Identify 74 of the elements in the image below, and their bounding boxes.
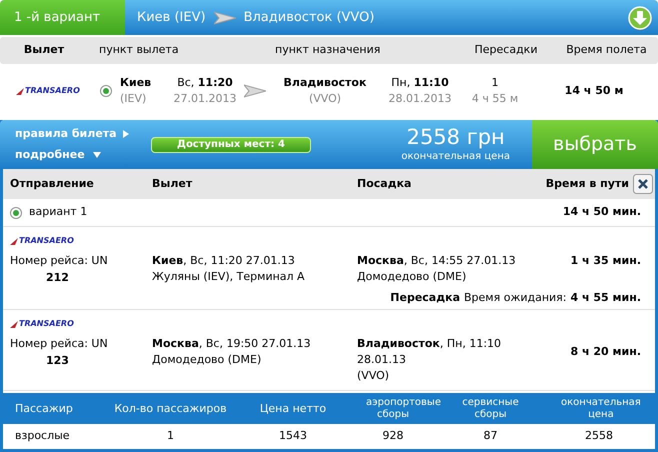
column-header: Вылет bbox=[152, 176, 194, 192]
plane-icon bbox=[244, 84, 266, 98]
destination-city: Владивосток bbox=[284, 74, 366, 90]
transfer-label: Пересадка bbox=[390, 290, 460, 306]
arrival-info: Москва, Вс, 14:55 27.01.13 bbox=[357, 253, 517, 269]
departure-time: Вс, 11:20 bbox=[177, 74, 233, 90]
column-header: Посадка bbox=[357, 176, 412, 192]
wait-duration: 4 ч 55 мин. bbox=[570, 290, 641, 306]
details-link[interactable]: подробнее bbox=[15, 147, 85, 164]
caret-right-icon bbox=[122, 130, 129, 138]
table-cell-text: 1 bbox=[166, 428, 175, 444]
column-header: пункт назначения bbox=[274, 42, 382, 58]
column-header: пункт вылета bbox=[98, 42, 180, 58]
route-destination: Владивосток (VVO) bbox=[244, 8, 374, 27]
table-cell-text: 87 bbox=[482, 428, 498, 444]
stops-count: 1 bbox=[492, 74, 498, 90]
total-duration: 14 ч 50 мин. bbox=[562, 204, 641, 220]
column-header: Вылет bbox=[22, 42, 66, 58]
flight-number: 212 bbox=[45, 270, 69, 286]
logo-swoosh-icon bbox=[10, 238, 18, 244]
column-header: сервисные сборы bbox=[461, 396, 520, 420]
radio-button[interactable] bbox=[100, 85, 112, 97]
column-header: окончательная цена bbox=[560, 396, 642, 420]
airline-logo: TRANSAERO bbox=[19, 320, 74, 328]
plane-icon bbox=[214, 10, 236, 24]
flight-number: 123 bbox=[45, 352, 69, 368]
arrival-info: 28.01.13 bbox=[357, 352, 407, 368]
close-icon[interactable] bbox=[633, 174, 653, 194]
column-header: Отправление bbox=[10, 176, 95, 192]
column-header: Кол-во пассажиров bbox=[113, 402, 228, 414]
column-header: Время полета bbox=[565, 42, 648, 58]
column-header: аэропортовые сборы bbox=[365, 396, 438, 420]
origin-code: (IEV) bbox=[120, 91, 146, 107]
table-cell-text: взрослые bbox=[14, 428, 71, 444]
price-note: окончательная цена bbox=[401, 150, 510, 164]
airline-logo: TRANSAERO bbox=[25, 87, 80, 95]
flight-number-label: Номер рейса: UN bbox=[10, 253, 108, 269]
price: 2558 грн bbox=[406, 125, 505, 149]
variant-label: вариант 1 bbox=[29, 204, 88, 220]
logo-swoosh-icon bbox=[16, 88, 24, 94]
column-header: Пассажир bbox=[14, 402, 74, 414]
departure-info: Москва, Вс, 19:50 27.01.13 bbox=[152, 336, 312, 352]
column-header: Цена нетто bbox=[258, 402, 328, 414]
flight-duration: 14 ч 50 м bbox=[564, 82, 624, 99]
caret-down-icon bbox=[92, 152, 101, 158]
destination-code: (VVO) bbox=[308, 91, 342, 107]
column-header: Пересадки bbox=[474, 42, 538, 58]
route-origin: Киев (IEV) bbox=[137, 8, 206, 27]
departure-info: Домодедово (DME) bbox=[152, 352, 262, 368]
segment-duration: 8 ч 20 мин. bbox=[570, 344, 641, 360]
arrival-info: Домодедово (DME) bbox=[357, 269, 468, 285]
arrival-info: (VVO) bbox=[357, 368, 390, 384]
table-cell-text: 928 bbox=[382, 428, 404, 444]
flight-number-label: Номер рейса: UN bbox=[10, 336, 108, 352]
arrival-date: 28.01.2013 bbox=[388, 91, 452, 107]
radio-button[interactable] bbox=[10, 206, 22, 218]
logo-swoosh-icon bbox=[10, 320, 18, 328]
departure-info: Киев, Вс, 11:20 27.01.13 bbox=[152, 253, 296, 269]
table-cell-text: 1543 bbox=[278, 428, 308, 444]
arrival-time: Пн, 11:10 bbox=[391, 74, 449, 90]
departure-info: Жуляны (IEV), Терминал А bbox=[152, 269, 306, 285]
variant-tab[interactable]: 1 -й вариант bbox=[0, 0, 125, 35]
ticket-rules-link[interactable]: правила билета bbox=[15, 126, 117, 142]
table-cell-text: 2558 bbox=[584, 428, 614, 444]
wait-label: Время ожидания: bbox=[464, 290, 567, 306]
stop-time: 4 ч 55 м bbox=[472, 91, 518, 107]
seats-badge: Доступных мест: 4 bbox=[151, 136, 311, 152]
arrival-info: Владивосток, Пн, 11:10 bbox=[357, 336, 502, 352]
departure-date: 27.01.2013 bbox=[174, 91, 236, 107]
origin-city: Киев bbox=[120, 74, 152, 90]
column-header: Время в пути bbox=[546, 176, 629, 192]
airline-logo: TRANSAERO bbox=[19, 237, 74, 245]
select-button[interactable]: выбрать bbox=[532, 120, 658, 169]
segment-duration: 1 ч 35 мин. bbox=[570, 253, 641, 270]
